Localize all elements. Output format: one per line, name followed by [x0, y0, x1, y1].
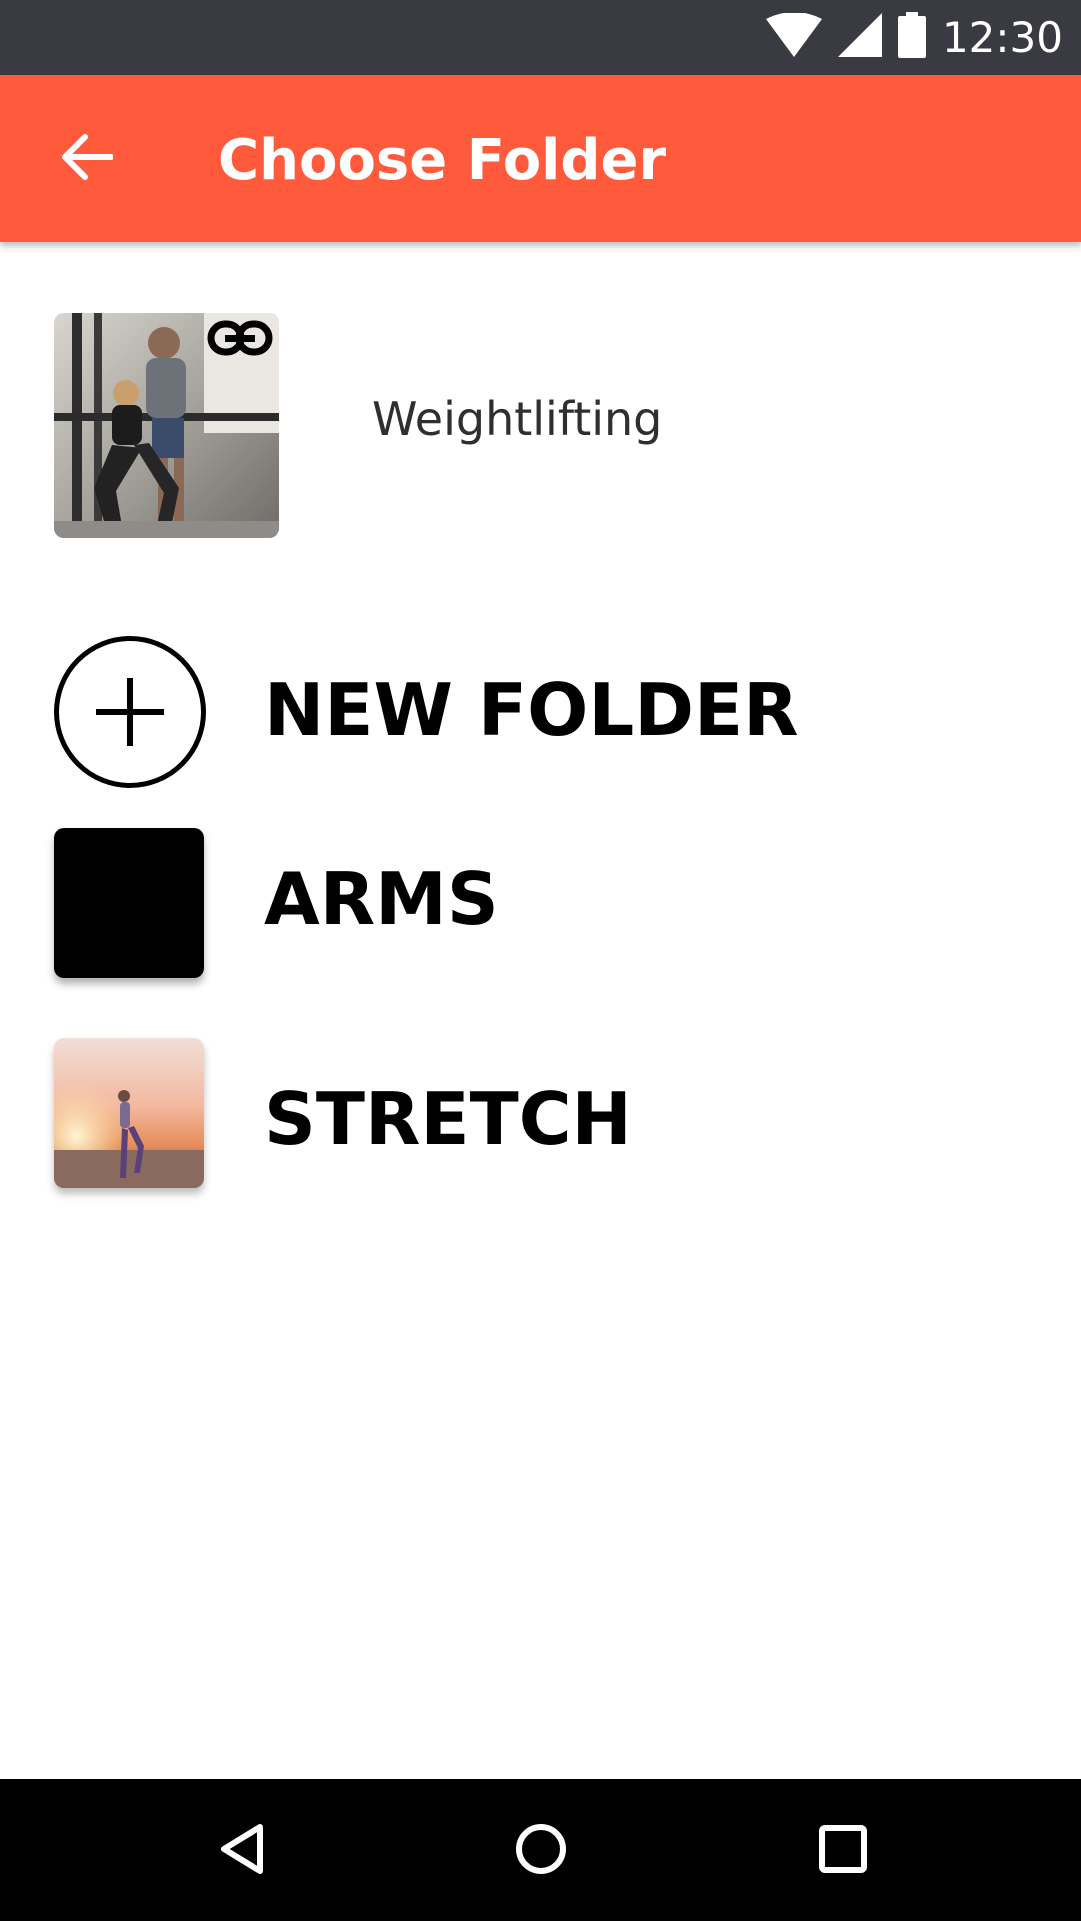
status-time: 12:30 — [941, 13, 1063, 62]
status-bar: 12:30 — [0, 0, 1081, 75]
app-bar: Choose Folder — [0, 75, 1081, 242]
current-folder-thumbnail — [54, 313, 279, 538]
stretch-thumbnail — [54, 1038, 204, 1188]
stretch-photo — [54, 1038, 204, 1188]
nav-back-button[interactable] — [202, 1811, 282, 1891]
system-nav-bar — [0, 1779, 1081, 1921]
new-folder-label: NEW FOLDER — [264, 668, 799, 752]
back-button[interactable] — [52, 130, 122, 188]
back-triangle-icon — [218, 1823, 266, 1880]
plus-circle-icon — [54, 636, 206, 788]
battery-icon — [897, 12, 926, 63]
home-circle-icon — [514, 1822, 568, 1881]
current-folder-name: Weightlifting — [372, 392, 663, 446]
page-title: Choose Folder — [218, 128, 667, 193]
cellular-signal-icon — [837, 13, 882, 62]
nav-recents-button[interactable] — [803, 1811, 883, 1891]
arms-thumbnail — [54, 828, 204, 978]
nav-home-button[interactable] — [501, 1811, 581, 1891]
recents-square-icon — [818, 1824, 868, 1879]
new-folder-button[interactable]: NEW FOLDER — [54, 636, 1014, 788]
folder-item-stretch[interactable]: STRETCH — [54, 1038, 1014, 1188]
folder-label-arms: ARMS — [264, 857, 499, 941]
folder-label-stretch: STRETCH — [264, 1077, 632, 1161]
folder-item-arms[interactable]: ARMS — [54, 828, 1014, 978]
link-icon — [207, 319, 273, 362]
status-icons: 12:30 — [765, 0, 1063, 75]
arrow-left-icon — [61, 133, 114, 185]
wifi-icon — [765, 12, 822, 62]
